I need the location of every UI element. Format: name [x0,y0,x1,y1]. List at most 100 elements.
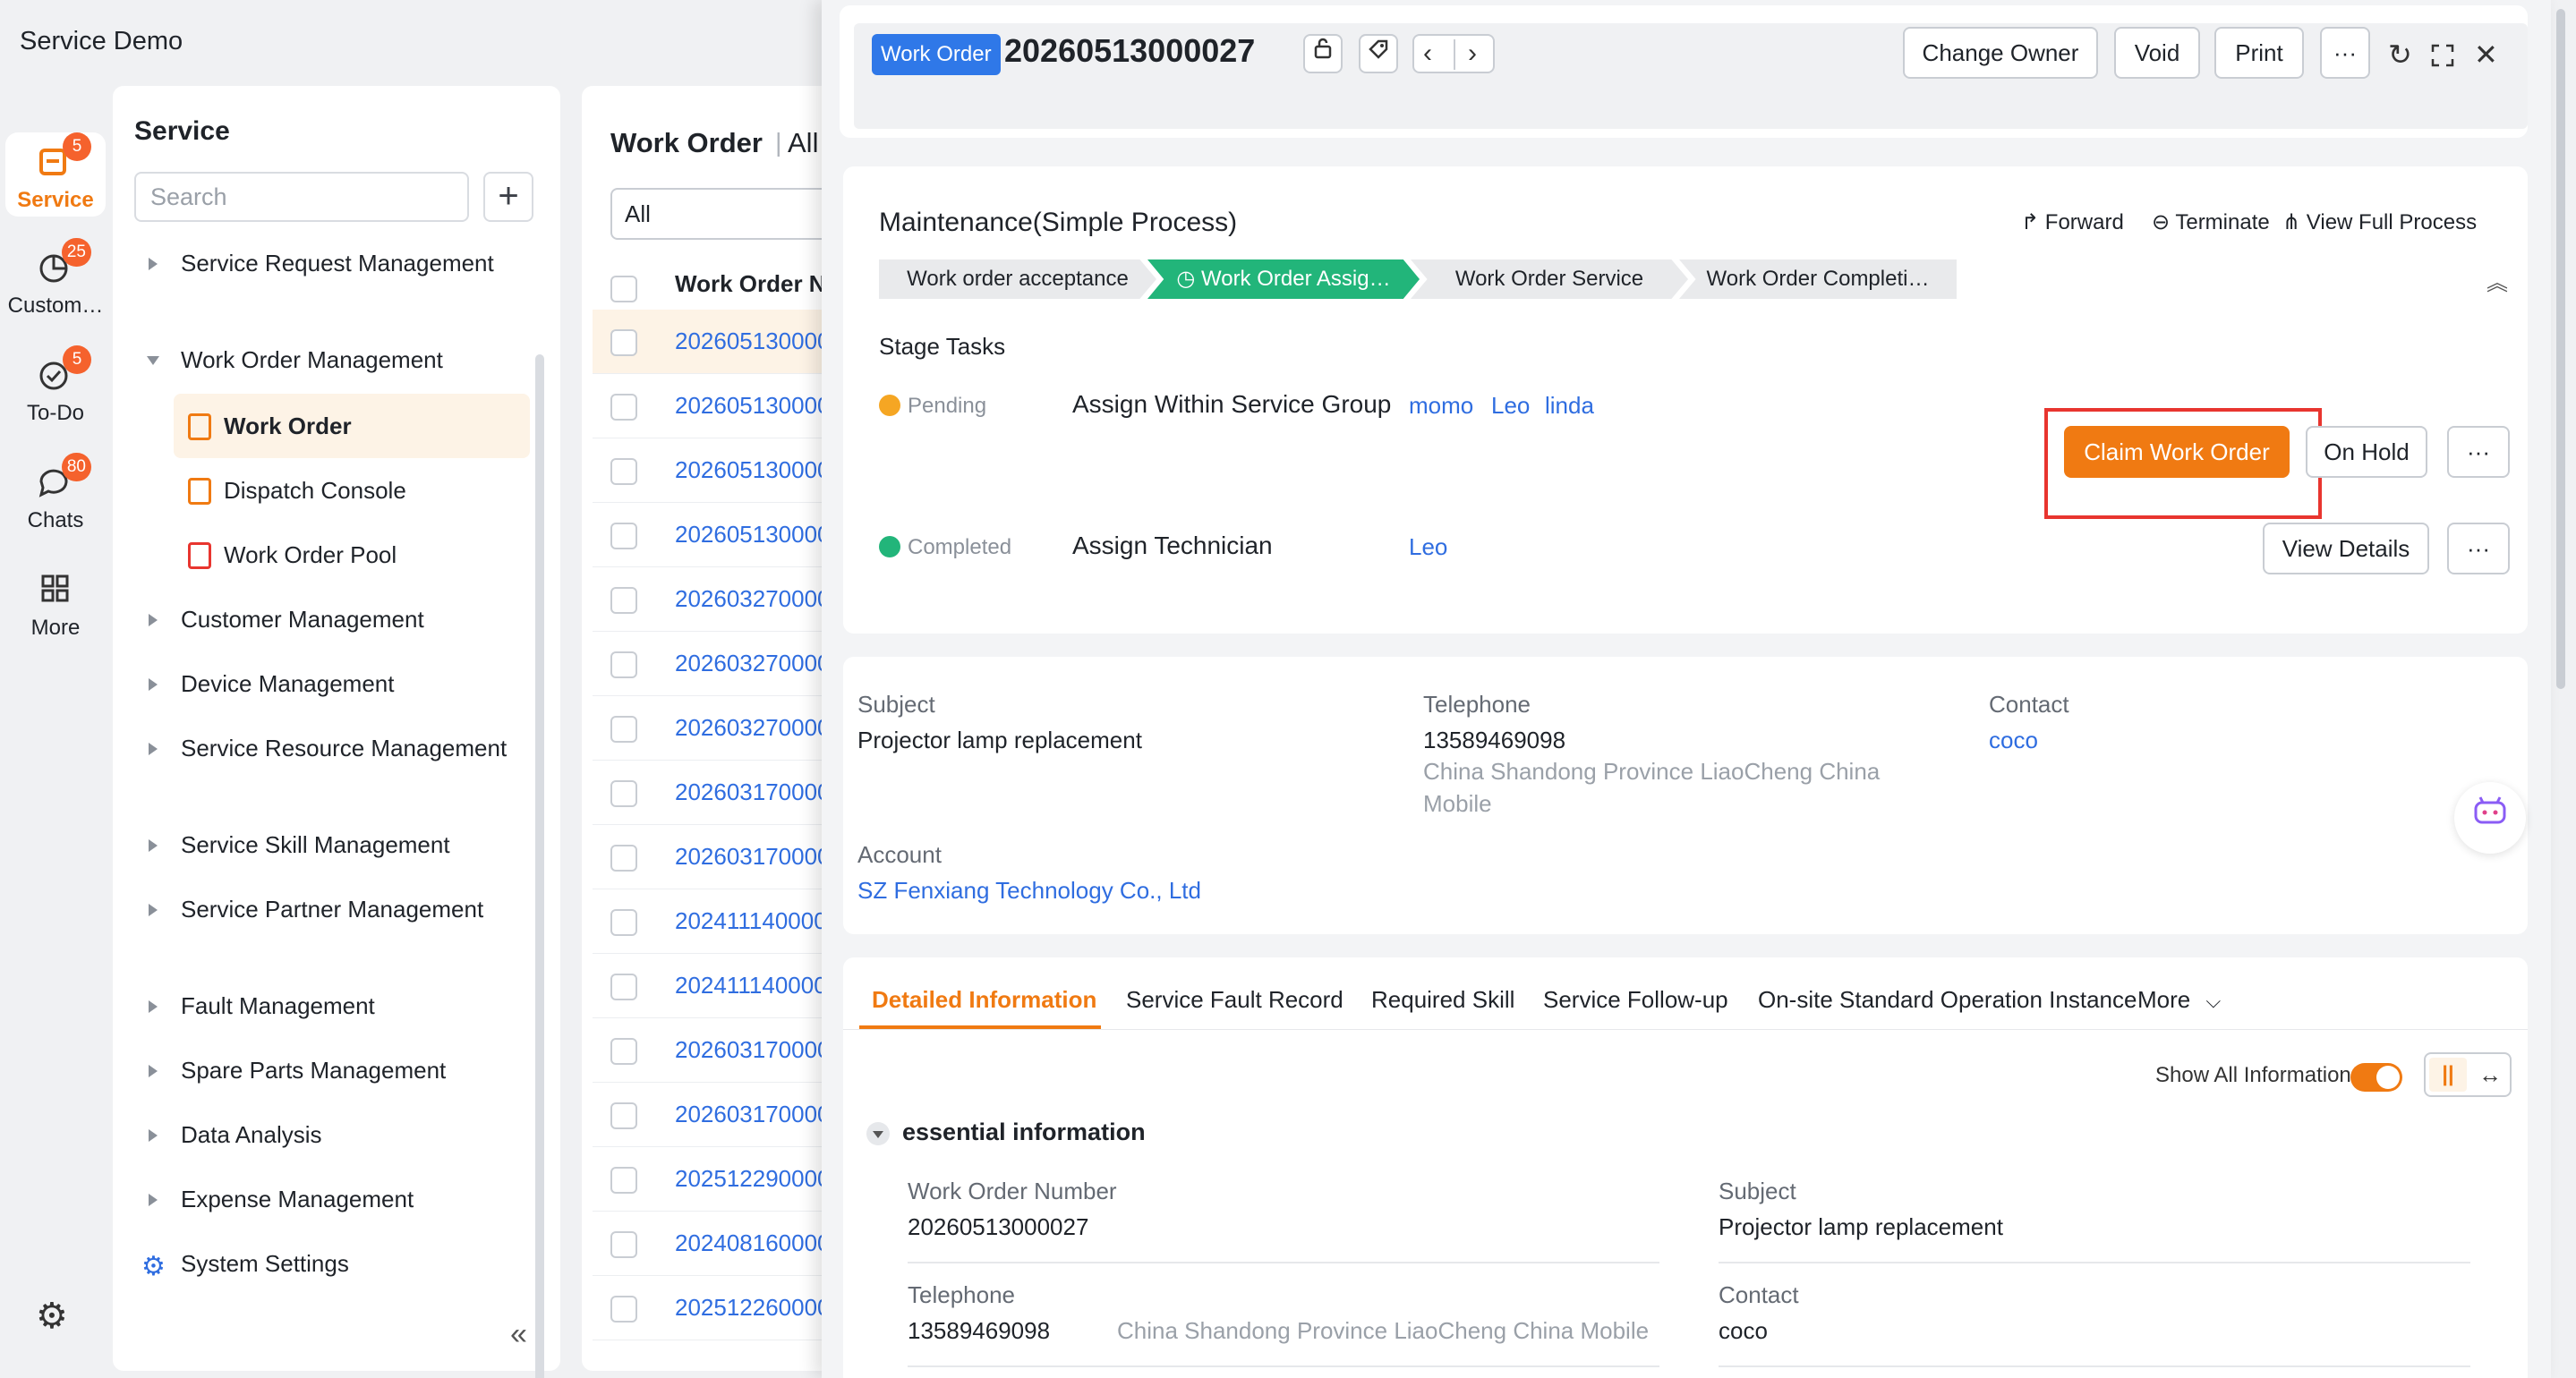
assistant-bot-icon[interactable] [2454,782,2526,854]
row-checkbox[interactable] [610,651,637,678]
nav-item-service-request[interactable]: Service Request Management [149,245,533,281]
work-order-number-link[interactable]: 202603270000 [675,650,831,677]
nav-scrollbar[interactable] [535,354,544,1378]
row-checkbox[interactable] [610,523,637,549]
work-order-number-link[interactable]: 202411140000 [675,907,827,935]
task-more-button[interactable]: ··· [2447,426,2510,478]
task-more-button[interactable]: ··· [2447,523,2510,574]
collapse-icon[interactable]: « [510,1317,527,1352]
work-order-number-link[interactable]: 202603270000 [675,714,831,742]
work-order-number-link[interactable]: 202603170000 [675,843,831,871]
row-checkbox[interactable] [610,587,637,614]
more-actions-button[interactable]: ··· [2320,27,2370,79]
nav-sub-work-order[interactable]: Work Order [174,394,530,458]
two-column-icon[interactable]: || [2429,1058,2467,1092]
tab-required-skill[interactable]: Required Skill [1371,986,1514,1014]
work-order-number-link[interactable]: 202603270000 [675,585,831,613]
stage-step[interactable]: Work Order Service [1411,259,1688,299]
nav-item-service-partner[interactable]: Service Partner Management [149,891,533,927]
tab-onsite-sop-instance[interactable]: On-site Standard Operation Instance [1758,986,2137,1014]
add-button[interactable]: + [483,172,533,222]
show-all-toggle[interactable] [2350,1063,2402,1092]
close-icon[interactable]: ✕ [2474,38,2498,72]
tab-service-follow-up[interactable]: Service Follow-up [1543,986,1728,1014]
work-order-number-link[interactable]: 202512260000 [675,1294,831,1322]
row-checkbox[interactable] [610,458,637,485]
nav-item-spare-parts[interactable]: Spare Parts Management [149,1052,533,1088]
view-details-button[interactable]: View Details [2263,523,2429,574]
task-user-link[interactable]: Leo [1491,392,1530,420]
rail-item-todo[interactable]: 5 To-Do [5,345,106,426]
terminate-action[interactable]: ⊖ Terminate [2152,209,2270,235]
expand-width-icon[interactable]: ↔ [2474,1058,2506,1092]
stage-step[interactable]: Work order acceptance [879,259,1156,299]
rail-item-service[interactable]: 5 Service [5,132,106,217]
nav-item-customer-management[interactable]: Customer Management [149,601,533,637]
nav-item-data-analysis[interactable]: Data Analysis [149,1117,533,1153]
task-user-link[interactable]: linda [1545,392,1594,420]
stage-step[interactable]: Work Order Completi… [1679,259,1957,299]
task-user-link[interactable]: momo [1409,392,1473,420]
forward-action[interactable]: ↱ Forward [2021,209,2124,235]
row-checkbox[interactable] [610,1038,637,1065]
work-order-number-link[interactable]: 202605130000 [675,521,831,549]
row-checkbox[interactable] [610,909,637,936]
row-checkbox[interactable] [610,1296,637,1323]
settings-icon[interactable]: ⚙ [36,1296,68,1337]
work-order-number-link[interactable]: 202605130000 [675,392,831,420]
rail-item-chats[interactable]: 80 Chats [5,453,106,533]
tab-detailed-information[interactable]: Detailed Information [872,986,1096,1014]
work-order-number-link[interactable]: 202603170000 [675,1101,831,1128]
contact-link[interactable]: coco [1719,1317,1768,1345]
work-order-number-link[interactable]: 202605130000 [675,456,831,484]
nav-item-device-management[interactable]: Device Management [149,666,533,702]
work-order-number-link[interactable]: 202411140000 [675,972,827,999]
row-checkbox[interactable] [610,1102,637,1129]
next-record-icon[interactable]: › [1468,36,1477,72]
tag-icon[interactable] [1359,34,1398,73]
view-selector[interactable]: All [788,127,818,159]
work-order-number-link[interactable]: 202408160000 [675,1229,831,1257]
account-link[interactable]: SZ Fenxiang Technology Co., Ltd [857,877,1201,905]
row-checkbox[interactable] [610,845,637,872]
nav-item-fault-management[interactable]: Fault Management [149,988,533,1024]
refresh-icon[interactable]: ↻ [2388,38,2412,72]
nav-sub-work-order-pool[interactable]: Work Order Pool [174,523,530,587]
rail-item-customer[interactable]: 25 Custom… [5,238,106,319]
row-checkbox[interactable] [610,394,637,421]
nav-item-service-resource[interactable]: Service Resource Management [149,730,533,766]
row-checkbox[interactable] [610,716,637,743]
row-checkbox[interactable] [610,1231,637,1258]
contact-link[interactable]: coco [1989,727,2038,754]
nav-item-system-settings[interactable]: ⚙ System Settings [141,1246,533,1281]
rail-item-more[interactable]: More [5,571,106,641]
search-input[interactable]: Search [134,172,469,222]
prev-record-icon[interactable]: ‹ [1423,36,1432,72]
nav-item-work-order-management[interactable]: Work Order Management [147,342,533,378]
on-hold-button[interactable]: On Hold [2306,426,2427,478]
row-checkbox[interactable] [610,1167,637,1194]
work-order-number-link[interactable]: 202603170000 [675,778,831,806]
nav-item-expense-management[interactable]: Expense Management [149,1181,533,1217]
tab-more[interactable]: More ⌵ [2137,986,2221,1014]
task-user-link[interactable]: Leo [1409,533,1447,561]
claim-work-order-button[interactable]: Claim Work Order [2064,426,2290,478]
stage-step-active[interactable]: ◷ Work Order Assig… [1147,259,1420,299]
select-all-checkbox[interactable] [610,276,637,302]
work-order-number-link[interactable]: 202605130000 [675,327,831,355]
page-scrollbar[interactable] [2556,9,2565,689]
row-checkbox[interactable] [610,780,637,807]
fullscreen-icon[interactable] [2431,41,2454,74]
void-button[interactable]: Void [2114,27,2200,79]
row-checkbox[interactable] [610,329,637,356]
collapse-section-icon[interactable] [866,1122,890,1145]
nav-item-service-skill[interactable]: Service Skill Management [149,827,533,863]
nav-sub-dispatch-console[interactable]: Dispatch Console [174,458,530,523]
collapse-stages-icon[interactable]: ︽ [2486,265,2508,296]
view-full-process-action[interactable]: ⋔ View Full Process [2282,209,2477,235]
work-order-number-link[interactable]: 202512290000 [675,1165,831,1193]
change-owner-button[interactable]: Change Owner [1903,27,2098,79]
row-checkbox[interactable] [610,974,637,1000]
print-button[interactable]: Print [2214,27,2304,79]
lock-icon[interactable] [1303,34,1343,73]
